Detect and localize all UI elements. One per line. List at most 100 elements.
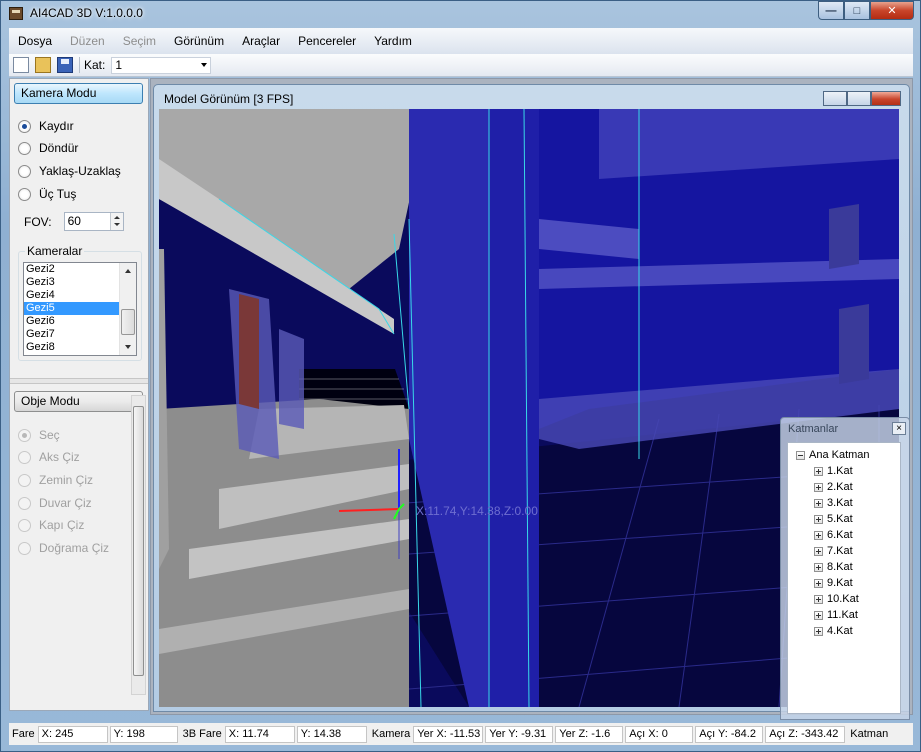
toolbar-separator	[79, 57, 80, 73]
expand-icon[interactable]	[814, 498, 823, 508]
fare-x-value: X: 245	[37, 725, 108, 743]
menu-araclar[interactable]: Araçlar	[233, 34, 289, 48]
tree-item[interactable]: 6.Kat	[814, 527, 853, 543]
kat-label: Kat:	[84, 58, 106, 72]
camera-mode-dondur[interactable]: Döndür	[18, 139, 78, 157]
child-window-controls	[823, 91, 901, 106]
app-icon	[9, 7, 23, 20]
child-close-button[interactable]	[871, 91, 901, 106]
radio-label: Üç Tuş	[39, 187, 77, 201]
fov-stepper[interactable]: 60	[63, 212, 124, 231]
collapse-icon[interactable]	[796, 450, 805, 460]
tree-item[interactable]: 3.Kat	[814, 495, 853, 511]
radio-button	[18, 428, 31, 442]
layers-panel: Katmanlar × Ana Katman 1.Kat 2.Kat 3.Kat…	[780, 417, 910, 720]
expand-icon[interactable]	[814, 626, 823, 636]
menu-yardim[interactable]: Yardım	[365, 34, 421, 48]
list-item[interactable]: Gezi8	[24, 341, 119, 354]
object-mode-zemin[interactable]: Zemin Çiz	[18, 471, 93, 489]
tree-item[interactable]: 8.Kat	[814, 559, 853, 575]
expand-icon[interactable]	[814, 546, 823, 556]
expand-icon[interactable]	[814, 578, 823, 588]
menu-gorunum[interactable]: Görünüm	[165, 34, 233, 48]
open-folder-icon[interactable]	[35, 57, 51, 73]
chevron-down-icon	[201, 62, 208, 67]
tree-item-label: 2.Kat	[827, 481, 853, 493]
menu-dosya[interactable]: Dosya	[9, 34, 61, 48]
object-mode-dograma[interactable]: Doğrama Çiz	[18, 539, 109, 557]
panel-splitter[interactable]	[10, 378, 148, 384]
minimize-button[interactable]: —	[818, 1, 844, 20]
menu-duzen[interactable]: Düzen	[61, 34, 114, 48]
spin-buttons[interactable]	[109, 213, 123, 230]
camera-mode-kaydir[interactable]: Kaydır	[18, 117, 74, 135]
camera-mode-yaklas[interactable]: Yaklaş-Uzaklaş	[18, 162, 121, 180]
object-mode-area: Obje Modu Seç Aks Çiz Zemin Çiz Duvar Çi…	[10, 385, 148, 710]
list-item[interactable]: Gezi6	[24, 315, 119, 328]
object-mode-sec[interactable]: Seç	[18, 426, 60, 444]
radio-label: Yaklaş-Uzaklaş	[39, 164, 121, 178]
menu-bar: Dosya Düzen Seçim Görünüm Araçlar Pencer…	[9, 28, 913, 54]
layers-close-icon[interactable]: ×	[892, 422, 906, 435]
object-mode-duvar[interactable]: Duvar Çiz	[18, 494, 92, 512]
radio-label: Doğrama Çiz	[39, 541, 110, 555]
expand-icon[interactable]	[814, 466, 823, 476]
fov-value: 60	[67, 214, 81, 228]
object-mode-aks[interactable]: Aks Çiz	[18, 448, 80, 466]
cameras-scrollbar[interactable]	[119, 263, 136, 355]
tree-item[interactable]: 1.Kat	[814, 463, 853, 479]
scroll-down-icon[interactable]	[125, 345, 131, 349]
expand-icon[interactable]	[814, 514, 823, 524]
list-item[interactable]: Gezi4	[24, 289, 119, 302]
object-scrollbar[interactable]	[131, 395, 146, 695]
close-button[interactable]: ✕	[870, 1, 914, 20]
tree-item[interactable]: 4.Kat	[814, 623, 853, 639]
expand-icon[interactable]	[814, 594, 823, 604]
aci-z-value: Açı Z: -343.42	[765, 725, 846, 743]
radio-button	[18, 496, 31, 510]
expand-icon[interactable]	[814, 610, 823, 620]
model-view-title: Model Görünüm [3 FPS]	[164, 92, 294, 106]
camera-mode-header[interactable]: Kamera Modu	[14, 83, 143, 104]
list-item[interactable]: Gezi3	[24, 276, 119, 289]
expand-icon[interactable]	[814, 482, 823, 492]
object-mode-kapi[interactable]: Kapı Çiz	[18, 516, 84, 534]
radio-button	[18, 141, 31, 155]
expand-icon[interactable]	[814, 530, 823, 540]
tree-item[interactable]: 5.Kat	[814, 511, 853, 527]
fov-label: FOV:	[24, 214, 52, 229]
scroll-thumb[interactable]	[133, 406, 144, 676]
new-file-icon[interactable]	[13, 57, 29, 73]
layers-tree[interactable]: Ana Katman 1.Kat 2.Kat 3.Kat 5.Kat 6.Kat…	[787, 442, 901, 714]
status-bar: Fare X: 245 Y: 198 3B Fare X: 11.74 Y: 1…	[9, 723, 913, 745]
fare3d-y-value: Y: 14.38	[296, 725, 367, 743]
tree-item-label: 8.Kat	[827, 561, 853, 573]
cameras-list[interactable]: Gezi2 Gezi3 Gezi4 Gezi5 Gezi6 Gezi7 Gezi…	[23, 262, 137, 356]
scroll-up-icon[interactable]	[125, 269, 131, 273]
maximize-button[interactable]: □	[844, 1, 870, 20]
list-item[interactable]: Gezi2	[24, 263, 119, 276]
yer-y-value: Yer Y: -9.31	[485, 725, 554, 743]
tree-item[interactable]: 2.Kat	[814, 479, 853, 495]
camera-mode-uc-tus[interactable]: Üç Tuş	[18, 185, 76, 203]
radio-button	[18, 119, 31, 133]
scroll-thumb[interactable]	[121, 309, 135, 335]
fare3d-label: 3B Fare	[182, 728, 222, 740]
tree-item[interactable]: 10.Kat	[814, 591, 859, 607]
tree-item[interactable]: 7.Kat	[814, 543, 853, 559]
kat-dropdown[interactable]: 1	[111, 56, 212, 74]
tree-item[interactable]: 9.Kat	[814, 575, 853, 591]
save-disk-icon[interactable]	[57, 57, 73, 73]
tree-root[interactable]: Ana Katman	[796, 447, 870, 463]
title-bar[interactable]: AI4CAD 3D V:1.0.0.0 — □ ✕	[1, 1, 920, 27]
menu-pencereler[interactable]: Pencereler	[289, 34, 365, 48]
menu-secim[interactable]: Seçim	[114, 34, 165, 48]
list-item[interactable]: Gezi7	[24, 328, 119, 341]
tree-item[interactable]: 11.Kat	[814, 607, 858, 623]
child-minimize-button[interactable]	[823, 91, 847, 106]
radio-label: Döndür	[39, 141, 79, 155]
list-item-selected[interactable]: Gezi5	[24, 302, 119, 315]
object-mode-header[interactable]: Obje Modu	[14, 391, 143, 412]
child-maximize-button[interactable]	[847, 91, 871, 106]
expand-icon[interactable]	[814, 562, 823, 572]
